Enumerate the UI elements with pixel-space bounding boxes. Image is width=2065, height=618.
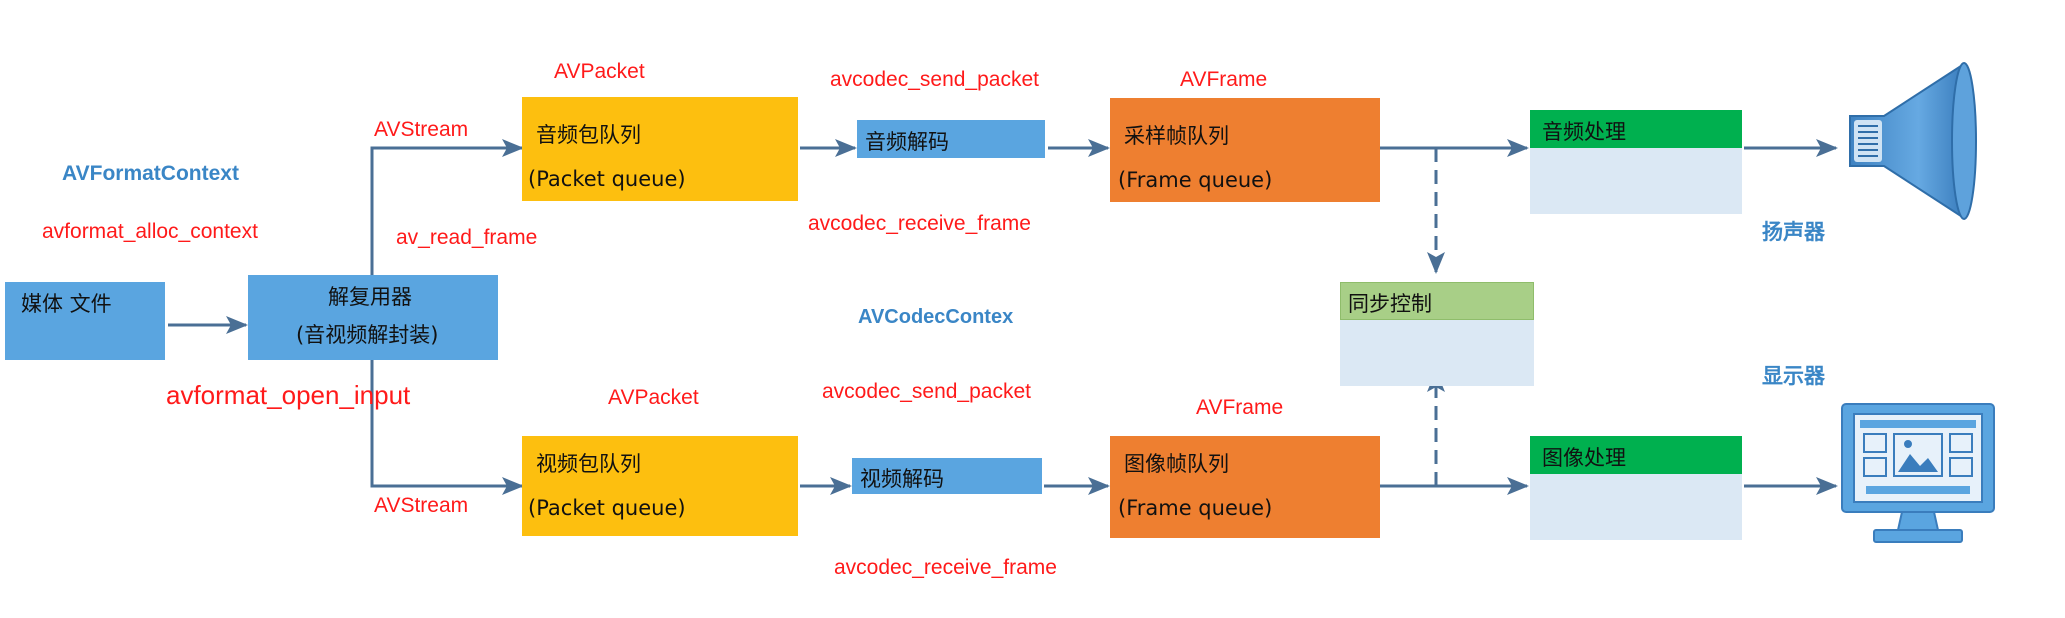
label-avframe-top: AVFrame — [1180, 68, 1268, 91]
audio-decode-box: 音频解码 — [857, 120, 1045, 158]
demuxer-subtitle: (音视频解封装) — [296, 323, 439, 347]
label-avpacket-top: AVPacket — [554, 60, 645, 83]
label-avcodec-send-packet-top: avcodec_send_packet — [830, 68, 1039, 91]
audio-packet-queue-title: 音频包队列 — [536, 123, 641, 147]
image-process-box: 图像处理 — [1530, 436, 1742, 540]
media-file-box: 媒体 文件 — [5, 282, 165, 360]
image-process-label: 图像处理 — [1542, 446, 1626, 470]
label-avcodec-receive-frame-bottom: avcodec_receive_frame — [834, 556, 1057, 579]
audio-packet-queue-subtitle: (Packet queue) — [528, 167, 686, 191]
audio-frame-queue-box: 采样帧队列 (Frame queue) — [1110, 98, 1380, 202]
video-decode-box: 视频解码 — [852, 458, 1042, 494]
label-speaker: 扬声器 — [1762, 221, 1825, 244]
video-packet-queue-box: 视频包队列 (Packet queue) — [522, 436, 798, 536]
video-frame-queue-box: 图像帧队列 (Frame queue) — [1110, 436, 1380, 538]
demuxer-title: 解复用器 — [328, 285, 412, 309]
video-frame-queue-subtitle: (Frame queue) — [1118, 496, 1273, 520]
label-display: 显示器 — [1762, 365, 1825, 388]
video-packet-queue-title: 视频包队列 — [536, 452, 641, 476]
video-packet-queue-subtitle: (Packet queue) — [528, 496, 686, 520]
arrow-demuxer-to-audio-queue — [370, 139, 524, 275]
label-avformat-open-input: avformat_open_input — [166, 380, 411, 410]
monitor-icon — [1841, 403, 1995, 543]
media-file-label: 媒体 文件 — [21, 292, 112, 316]
audio-frame-queue-title: 采样帧队列 — [1124, 124, 1229, 148]
arrow-demuxer-to-video-queue — [370, 360, 524, 495]
audio-process-label: 音频处理 — [1542, 120, 1626, 144]
demuxer-box: 解复用器 (音视频解封装) — [248, 275, 498, 360]
sync-control-box: 同步控制 — [1340, 282, 1534, 386]
label-avcodec-context: AVCodecContex — [858, 306, 1014, 328]
label-avcodec-send-packet-bottom: avcodec_send_packet — [822, 380, 1031, 403]
label-av-read-frame: av_read_frame — [396, 226, 538, 249]
label-avformat-alloc-context: avformat_alloc_context — [42, 220, 258, 243]
speaker-icon — [1849, 62, 1977, 220]
label-avstream-top: AVStream — [374, 118, 469, 141]
audio-decode-label: 音频解码 — [865, 130, 949, 154]
label-avcodec-receive-frame-top: avcodec_receive_frame — [808, 212, 1031, 235]
label-avformat-context: AVFormatContext — [62, 162, 239, 185]
label-avstream-bottom: AVStream — [374, 494, 469, 517]
sync-control-label: 同步控制 — [1348, 292, 1432, 316]
label-avframe-bottom: AVFrame — [1196, 396, 1284, 419]
audio-process-box: 音频处理 — [1530, 110, 1742, 214]
audio-frame-queue-subtitle: (Frame queue) — [1118, 168, 1273, 192]
video-decode-label: 视频解码 — [860, 467, 944, 491]
label-avpacket-bottom: AVPacket — [608, 386, 699, 409]
video-frame-queue-title: 图像帧队列 — [1124, 452, 1229, 476]
audio-packet-queue-box: 音频包队列 (Packet queue) — [522, 97, 798, 201]
